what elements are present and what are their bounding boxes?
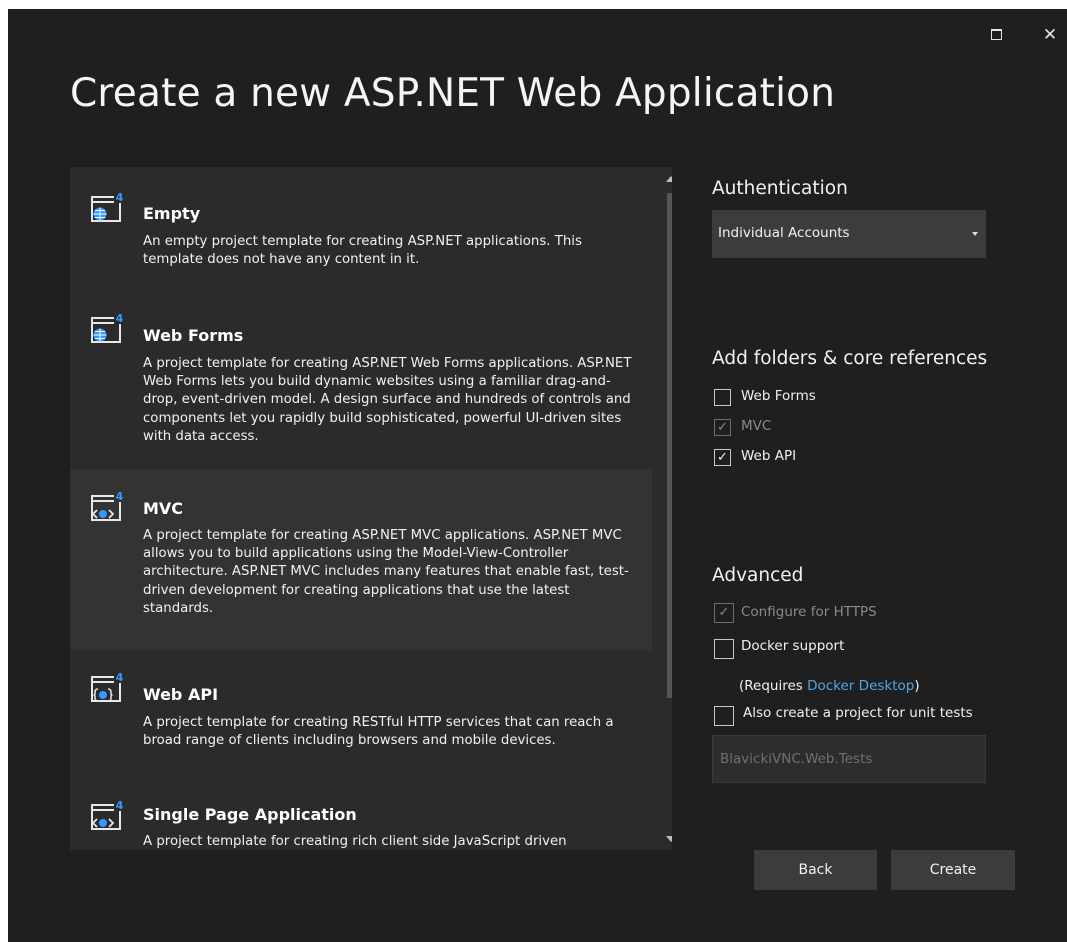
template-description: A project template for creating rich cli… — [143, 834, 567, 849]
checkbox-box[interactable]: ✓ — [714, 419, 731, 436]
advanced-heading: Advanced — [712, 565, 804, 586]
authentication-select[interactable]: Individual Accounts — [712, 210, 986, 258]
template-name: MVC — [143, 499, 184, 518]
create-button[interactable]: Create — [891, 850, 1015, 890]
checkbox-label: Also create a project for unit tests — [743, 705, 973, 721]
close-icon: ✕ — [1042, 25, 1058, 45]
web-code-icon: 4 — [91, 798, 125, 830]
template-name: Web API — [143, 685, 219, 704]
template-list[interactable]: 4 Empty An empty project template for cr… — [70, 167, 672, 850]
maximize-icon — [990, 28, 1002, 40]
docker-note-suffix: ) — [914, 678, 920, 694]
svg-text:4: 4 — [116, 191, 124, 204]
svg-text:4: 4 — [116, 312, 124, 325]
template-item-empty[interactable]: 4 Empty An empty project template for cr… — [70, 167, 652, 287]
template-description: A project template for creating RESTful … — [143, 715, 614, 749]
web-globe-icon: 4 — [91, 190, 125, 222]
svg-text:4: 4 — [116, 490, 124, 503]
checkbox-label: MVC — [741, 418, 772, 434]
page-title: Create a new ASP.NET Web Application — [70, 71, 836, 116]
test-project-name-value: BlavickiVNC.Web.Tests — [720, 751, 873, 767]
template-name: Single Page Application — [143, 805, 357, 824]
maximize-button[interactable] — [984, 23, 1008, 47]
authentication-select-value: Individual Accounts — [718, 225, 850, 241]
checkbox-box[interactable] — [714, 706, 734, 726]
template-item-web-api[interactable]: 4 Web API A project template for creatin… — [70, 650, 652, 775]
chevron-down-icon — [972, 232, 978, 236]
template-list-scrollbar[interactable] — [662, 167, 672, 850]
folders-heading: Add folders & core references — [712, 348, 988, 369]
template-item-mvc[interactable]: 4 MVC A project template for creating AS… — [70, 469, 652, 650]
template-item-web-forms[interactable]: 4 Web Forms A project template for creat… — [70, 287, 652, 469]
scroll-thumb[interactable] — [667, 193, 672, 698]
checkbox-box[interactable]: ✓ — [714, 449, 731, 466]
back-button[interactable]: Back — [754, 850, 877, 890]
close-button[interactable]: ✕ — [1038, 23, 1062, 47]
template-item-single-page-application[interactable]: 4 Single Page Application A project temp… — [70, 775, 652, 850]
template-description: A project template for creating ASP.NET … — [143, 528, 629, 616]
scroll-up-icon[interactable] — [666, 176, 672, 182]
template-description: An empty project template for creating A… — [143, 234, 582, 268]
docker-requirement-note: (Requires Docker Desktop) — [739, 678, 920, 694]
authentication-heading: Authentication — [712, 178, 848, 199]
checkbox-box[interactable]: ✓ — [714, 603, 734, 623]
svg-text:4: 4 — [116, 671, 124, 684]
docker-desktop-link[interactable]: Docker Desktop — [807, 678, 914, 694]
checkbox-label: Configure for HTTPS — [741, 604, 877, 620]
checkbox-box[interactable] — [714, 389, 731, 406]
docker-note-prefix: (Requires — [739, 678, 808, 694]
checkbox-label: Docker support — [741, 638, 845, 654]
test-project-name-input[interactable]: BlavickiVNC.Web.Tests — [712, 735, 986, 783]
web-globe-icon: 4 — [91, 311, 125, 343]
svg-text:4: 4 — [116, 799, 124, 812]
scroll-down-icon[interactable] — [666, 836, 672, 842]
template-name: Web Forms — [143, 326, 244, 345]
dialog: ✕ Create a new ASP.NET Web Application 4… — [8, 9, 1067, 942]
checkbox-label: Web API — [741, 448, 797, 464]
template-description: A project template for creating ASP.NET … — [143, 356, 632, 444]
web-code-icon: 4 — [91, 489, 125, 521]
template-name: Empty — [143, 204, 201, 223]
checkbox-label: Web Forms — [741, 388, 816, 404]
web-api-icon: 4 — [91, 670, 125, 702]
checkbox-box[interactable] — [714, 639, 734, 659]
